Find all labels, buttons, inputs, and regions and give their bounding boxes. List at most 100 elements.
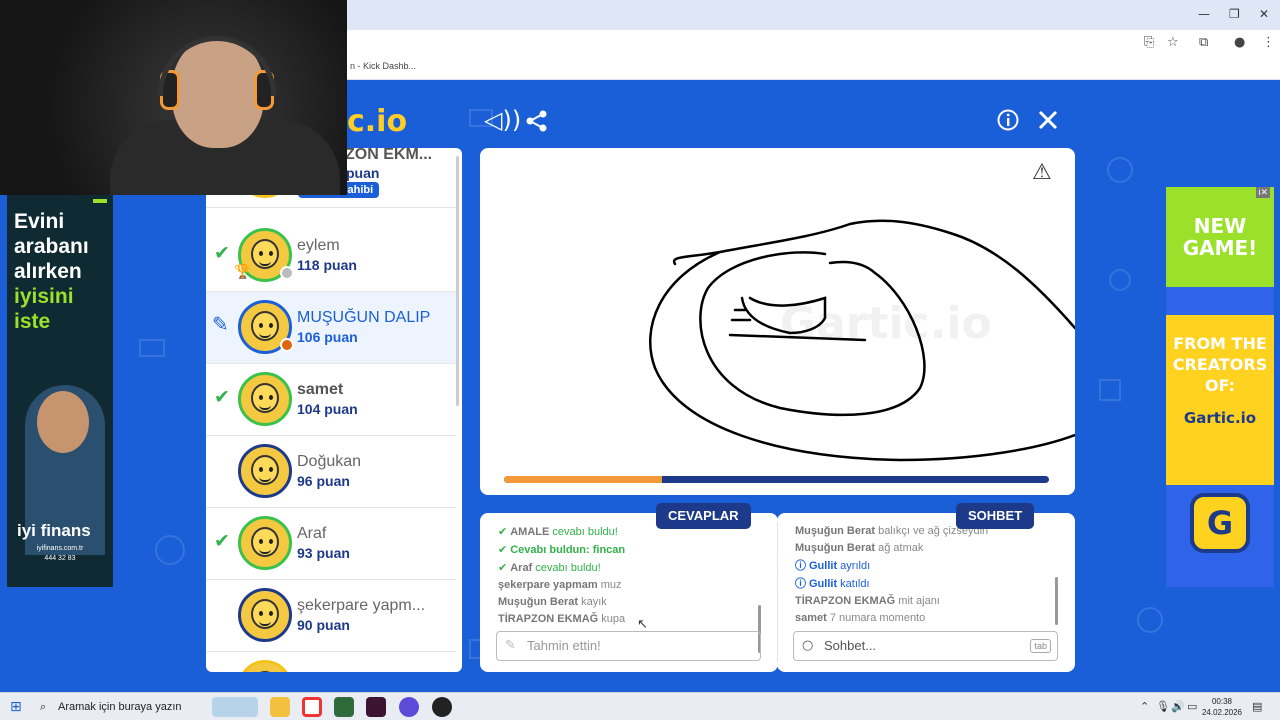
check-icon: ✔	[498, 561, 508, 574]
avatar	[238, 660, 292, 672]
bookmark-item[interactable]: n - Kick Dashb...	[350, 61, 416, 71]
chat-title: SOHBET	[956, 503, 1035, 529]
player-score: 90 puan	[297, 617, 350, 633]
obs-icon[interactable]	[432, 697, 452, 717]
player-name: eylem	[297, 237, 340, 254]
player-row[interactable]	[206, 652, 456, 672]
message-author: Araf	[510, 562, 533, 574]
chat-message: Muşuğun Berat ağ atmak	[795, 540, 1040, 557]
chat-messages: Muşuğun Berat balıkçı ve ağ çizseydin Muş…	[795, 523, 1040, 627]
discord-icon[interactable]	[399, 697, 419, 717]
message-author: samet	[795, 612, 827, 624]
players-scrollbar[interactable]	[456, 156, 459, 406]
player-score: 104 puan	[297, 401, 358, 417]
chat-bubble-icon: ○	[802, 638, 814, 653]
warning-icon[interactable]: ⚠	[1032, 160, 1052, 185]
check-icon: ✔	[498, 543, 508, 556]
share-icon[interactable]	[526, 110, 548, 132]
player-name: Doğukan	[297, 453, 362, 470]
extensions-icon[interactable]: ⧉	[1199, 35, 1208, 50]
check-icon: ✔	[214, 386, 230, 408]
chat-scrollbar[interactable]	[1055, 577, 1058, 625]
player-name: şekerpare yapm...	[297, 597, 426, 614]
mouse-cursor-icon: ↖	[637, 617, 648, 632]
players-list: TİRAPZON EKM... puan ♔ Oda Sahibi ✔ 🏆 ey…	[206, 148, 462, 672]
ad-left-banner[interactable]: Evini arabanı alırken iyisini iste iyi f…	[7, 195, 113, 587]
info-icon: ⓘ	[795, 559, 806, 572]
network-icon[interactable]: ▭	[1187, 700, 1197, 713]
player-score: 93 puan	[297, 545, 350, 561]
message-text: kupa	[598, 613, 626, 625]
close-icon[interactable]	[1037, 109, 1059, 131]
ad-accent	[93, 199, 107, 203]
star-icon[interactable]: ☆	[1167, 35, 1179, 50]
player-row[interactable]: şekerpare yapm... 90 puan	[206, 580, 456, 652]
guess-input[interactable]: ✎ Tahmin ettin!	[496, 631, 761, 661]
tray-chevron-icon[interactable]: ⌃	[1140, 700, 1149, 713]
drawing-board[interactable]: Gartic.io ⚠	[480, 148, 1075, 495]
restore-button[interactable]: ❐	[1229, 7, 1240, 21]
player-row[interactable]: ✔ samet 104 puan	[206, 364, 456, 436]
ad-right-banner[interactable]: NEW GAME! FROM THE CREATORS OF: Gartic.i…	[1166, 187, 1274, 587]
chrome-icon[interactable]	[302, 697, 322, 717]
install-icon[interactable]: ⎘	[1144, 35, 1154, 50]
player-row[interactable]: ✎ MUŞUĞUN DALIP 106 puan	[206, 292, 456, 364]
check-icon: ✔	[214, 530, 230, 552]
message-author: TİRAPZON EKMAĞ	[498, 613, 599, 625]
message-author: şekerpare yapmam	[498, 579, 598, 591]
player-score: puan	[346, 165, 380, 181]
notification-icon[interactable]: ▤	[1252, 700, 1262, 713]
info-icon[interactable]	[997, 109, 1019, 131]
player-row[interactable]: Doğukan 96 puan	[206, 436, 456, 508]
ad-info-icon[interactable]: i✕	[1256, 187, 1270, 198]
player-row[interactable]: ✔ Araf 93 puan	[206, 508, 456, 580]
ad-left-phone: 444 32 83	[44, 555, 76, 562]
minimize-button[interactable]: —	[1198, 7, 1210, 21]
message-text: ayrıldı	[837, 560, 871, 572]
message-author: Muşuğun Berat	[498, 596, 579, 608]
webcam-overlay	[0, 0, 347, 195]
windows-start-icon[interactable]: ⊞	[10, 699, 22, 715]
chat-placeholder: Sohbet...	[824, 638, 877, 653]
ad-left-url: iyifinans.com.tr	[36, 545, 84, 552]
answers-panel: ✔ AMALE cevabı buldu! ✔ Cevabı buldun: finc…	[480, 513, 778, 672]
editor-icon[interactable]	[366, 697, 386, 717]
message-text: cevabı buldu!	[532, 562, 601, 574]
ad-right-logo: Gartic.io	[1183, 409, 1257, 427]
ad-person-head	[37, 391, 89, 453]
check-icon: ✔	[214, 242, 230, 264]
avatar	[238, 372, 292, 426]
message-text: 7 numara momento	[826, 612, 926, 624]
chat-message: ✔ Cevabı buldun: fincan	[498, 541, 743, 559]
app-icon[interactable]	[334, 697, 354, 717]
chat-message: samet 7 numara momento	[795, 610, 1040, 627]
message-text: katıldı	[837, 578, 870, 590]
chat-message: ✔ Araf cevabı buldu!	[498, 559, 743, 577]
speaker-icon[interactable]: ◁))	[484, 106, 521, 134]
message-text: ağ atmak	[875, 542, 924, 554]
avatar	[238, 444, 292, 498]
explorer-icon[interactable]	[270, 697, 290, 717]
timer-bar	[504, 476, 1049, 483]
taskbar-clock[interactable]: 00:38 24.02.2026	[1202, 696, 1242, 718]
profile-icon[interactable]: ●	[1234, 35, 1245, 50]
chat-input[interactable]: ○ Sohbet... tab	[793, 631, 1058, 661]
chat-message: ⓘ Gullit ayrıldı	[795, 557, 1040, 575]
player-score: 106 puan	[297, 329, 358, 345]
menu-icon[interactable]: ⋮	[1262, 35, 1275, 50]
window-close-button[interactable]: ✕	[1259, 7, 1269, 21]
ad-left-headline: Evini arabanı alırken iyisini iste	[14, 210, 89, 333]
timer-fill	[504, 476, 663, 483]
guess-placeholder: Tahmin ettin!	[527, 638, 601, 653]
ad-left-brand: iyi finans	[17, 521, 91, 540]
volume-icon[interactable]: 🔊	[1171, 700, 1185, 713]
drawing-canvas[interactable]: Gartic.io	[480, 148, 1075, 495]
mic-icon[interactable]: 🎙	[1156, 700, 1170, 713]
player-row[interactable]: ✔ 🏆 eylem 118 puan	[206, 220, 456, 292]
status-dot	[280, 266, 294, 280]
status-dot	[280, 338, 294, 352]
check-icon: ✔	[498, 525, 508, 538]
watermark: Gartic.io	[780, 298, 992, 349]
weather-widget[interactable]	[212, 697, 258, 717]
message-text: mit ajanı	[895, 595, 940, 607]
